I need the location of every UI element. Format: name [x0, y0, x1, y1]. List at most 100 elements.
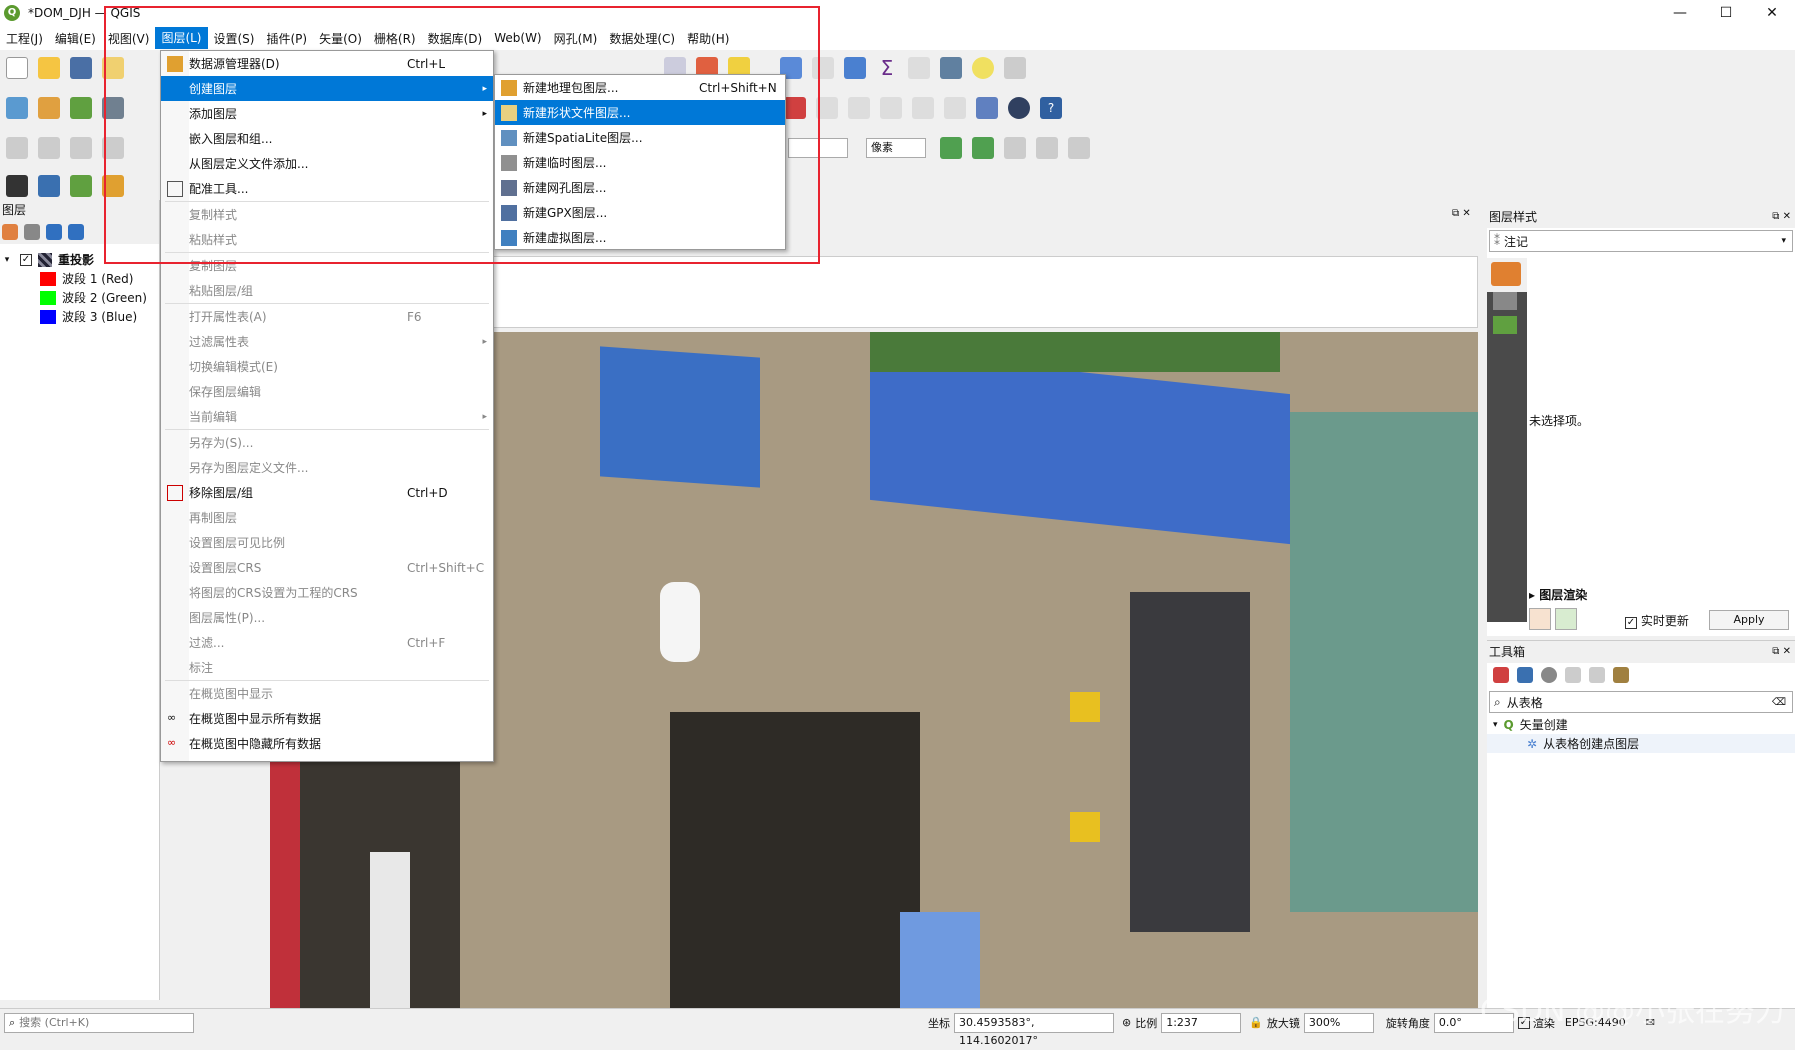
- green-roof: [1290, 412, 1478, 912]
- toolbox-title: 工具箱: [1489, 645, 1526, 659]
- units-select[interactable]: 像素: [866, 138, 926, 158]
- measure-icon[interactable]: [908, 57, 930, 79]
- annotation-icon[interactable]: [972, 57, 994, 79]
- vertex-icon[interactable]: [70, 175, 92, 197]
- panel-float-close-icons[interactable]: ⧉ ✕: [1452, 208, 1471, 219]
- locator-search[interactable]: ⌕ 搜索 (Ctrl+K): [4, 1012, 194, 1033]
- redo-icon[interactable]: [1555, 608, 1577, 630]
- toggle-extents-icon[interactable]: ⊛: [1122, 1016, 1131, 1029]
- locate-icon[interactable]: [1004, 57, 1026, 79]
- menu-item-icon: [167, 460, 183, 476]
- filter-icon[interactable]: [68, 224, 84, 240]
- menu-item-save-as-definition[interactable]: 另存为图层定义文件...: [161, 455, 493, 480]
- scale-field[interactable]: 1:237: [1161, 1012, 1242, 1033]
- snap-options-icon[interactable]: [38, 137, 60, 159]
- menu-item-layer-properties[interactable]: 图层属性(P)...: [161, 605, 493, 630]
- close-button[interactable]: ✕: [1749, 0, 1795, 26]
- menu-item-icon: [167, 560, 183, 576]
- scripts-icon[interactable]: [1517, 667, 1533, 683]
- menu-item-filter[interactable]: 过滤... Ctrl+F: [161, 630, 493, 655]
- options-icon[interactable]: [1613, 667, 1629, 683]
- label-tab-icon[interactable]: [1493, 292, 1517, 310]
- label-move-icon[interactable]: [880, 97, 902, 119]
- clear-icon[interactable]: ⌫: [1772, 697, 1786, 708]
- lock-icon[interactable]: 🔒: [1249, 1016, 1263, 1029]
- label-change-icon[interactable]: [944, 97, 966, 119]
- menu-item-paste-layer[interactable]: 粘贴图层/组: [161, 278, 493, 303]
- reshape-icon[interactable]: [1068, 137, 1090, 159]
- menu-item-filter-attribute-table[interactable]: 过滤属性表 ▸: [161, 329, 493, 354]
- magic-wand-icon[interactable]: [6, 175, 28, 197]
- panel-close-icon[interactable]: ⧉ ✕: [1772, 641, 1791, 663]
- snap-icon[interactable]: [6, 137, 28, 159]
- models-icon[interactable]: [1493, 667, 1509, 683]
- menu-item-labeling[interactable]: 标注: [161, 655, 493, 680]
- style-actions: [1529, 608, 1577, 630]
- apply-button[interactable]: Apply: [1709, 610, 1789, 630]
- help-icon[interactable]: ?: [1040, 97, 1062, 119]
- new-project-icon[interactable]: [6, 57, 28, 79]
- band-green-swatch: [40, 290, 56, 305]
- database-icon[interactable]: [976, 97, 998, 119]
- menu-item-remove-layer[interactable]: 移除图层/组 Ctrl+D: [161, 480, 493, 505]
- style-layer-combo[interactable]: ⁑ 注记 ▾: [1489, 230, 1793, 252]
- menu-edit[interactable]: 编辑(E): [49, 30, 102, 47]
- results-icon[interactable]: [1565, 667, 1581, 683]
- statistics-icon[interactable]: Σ: [876, 57, 898, 79]
- node-tool-icon[interactable]: [940, 137, 962, 159]
- toolbox-group-label: 矢量创建: [1519, 718, 1568, 732]
- menu-item-set-layer-crs[interactable]: 设置图层CRS Ctrl+Shift+C: [161, 555, 493, 580]
- menu-item-show-in-overview[interactable]: 在概览图中显示: [161, 681, 493, 706]
- python-icon[interactable]: [38, 175, 60, 197]
- add-group-icon[interactable]: [24, 224, 40, 240]
- globe-icon[interactable]: [1008, 97, 1030, 119]
- live-update-toggle[interactable]: ✓ 实时更新: [1625, 612, 1689, 629]
- qgis-logo-icon: Q: [4, 5, 20, 21]
- toolbox-search[interactable]: ⌕ 从表格 ⌫: [1489, 691, 1793, 713]
- menu-item-set-project-crs[interactable]: 将图层的CRS设置为工程的CRS: [161, 580, 493, 605]
- visibility-checkbox[interactable]: ✓: [20, 253, 32, 266]
- menu-item-show-all-overview[interactable]: ∞ 在概览图中显示所有数据: [161, 706, 493, 731]
- history-icon[interactable]: [1541, 667, 1557, 683]
- add-layer-icon[interactable]: [6, 97, 28, 119]
- layer-render-label: 图层渲染: [1539, 588, 1588, 602]
- history-icon[interactable]: [1493, 316, 1517, 334]
- split-icon[interactable]: [1036, 137, 1058, 159]
- menu-item-save-edits[interactable]: 保存图层编辑: [161, 379, 493, 404]
- trace-icon[interactable]: [70, 137, 92, 159]
- paint-brush-icon[interactable]: [1491, 262, 1521, 286]
- panel-close-icon[interactable]: ⧉ ✕: [1772, 206, 1791, 228]
- digitize-icon[interactable]: [70, 97, 92, 119]
- map-tips-icon[interactable]: [940, 57, 962, 79]
- delete-icon[interactable]: [1004, 137, 1026, 159]
- coordinate-field[interactable]: 30.4593583°, 114.1602017°: [954, 1012, 1114, 1047]
- collapse-icon[interactable]: ▾: [0, 255, 14, 265]
- layer-render-section[interactable]: ▸ 图层渲染: [1529, 586, 1587, 603]
- menu-item-set-scale-visibility[interactable]: 设置图层可见比例: [161, 530, 493, 555]
- toolbox-header: 工具箱 ⧉ ✕: [1487, 641, 1795, 663]
- menu-item-hide-all-overview[interactable]: ∞ 在概览图中隐藏所有数据: [161, 731, 493, 756]
- label-rotate-icon[interactable]: [912, 97, 934, 119]
- menu-project[interactable]: 工程(J): [0, 30, 49, 47]
- processing-toolbox-icon[interactable]: [844, 57, 866, 79]
- edit-features-icon[interactable]: [1589, 667, 1605, 683]
- undo-icon[interactable]: [1529, 608, 1551, 630]
- menu-item-current-edits[interactable]: 当前编辑 ▸: [161, 404, 493, 429]
- minimize-button[interactable]: —: [1657, 0, 1703, 26]
- add-ring-icon[interactable]: [972, 137, 994, 159]
- style-icon[interactable]: [2, 224, 18, 240]
- menu-item-duplicate-layer[interactable]: 再制图层: [161, 505, 493, 530]
- magnifier-field[interactable]: 300%: [1303, 1012, 1374, 1033]
- toolbox-group-row[interactable]: ▾ Q 矢量创建: [1487, 715, 1795, 734]
- menu-item-open-attribute-table[interactable]: 打开属性表(A) F6: [161, 304, 493, 329]
- label-pin-icon[interactable]: [848, 97, 870, 119]
- menu-item-save-as[interactable]: 另存为(S)...: [161, 430, 493, 455]
- add-vector-icon[interactable]: [38, 97, 60, 119]
- menu-item-toggle-editing[interactable]: 切换编辑模式(E): [161, 354, 493, 379]
- maximize-button[interactable]: ☐: [1703, 0, 1749, 26]
- live-update-checkbox[interactable]: ✓: [1625, 617, 1637, 629]
- toolbox-algorithm-row[interactable]: ✲ 从表格创建点图层: [1487, 734, 1795, 753]
- save-project-icon[interactable]: [70, 57, 92, 79]
- eye-icon[interactable]: [46, 224, 62, 240]
- open-project-icon[interactable]: [38, 57, 60, 79]
